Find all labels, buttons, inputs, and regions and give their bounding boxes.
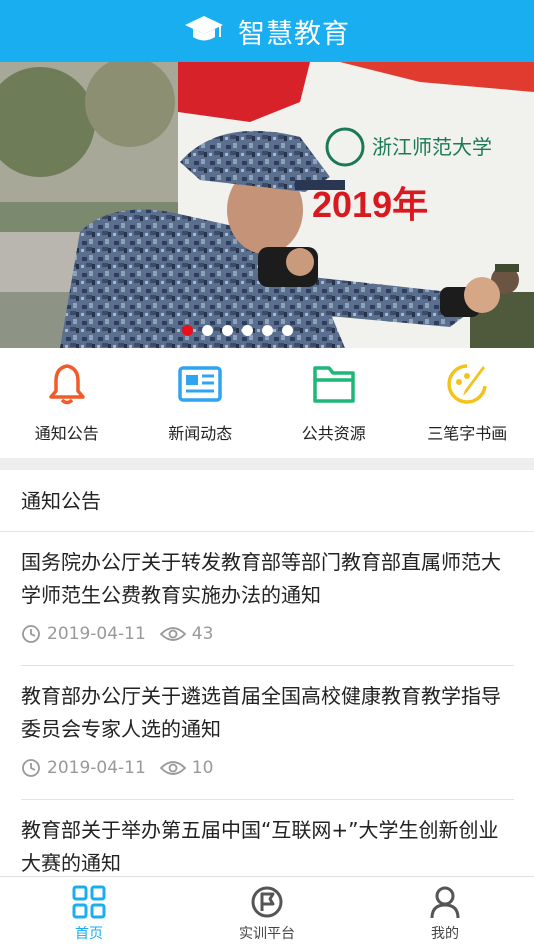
carousel-dot-4[interactable] bbox=[241, 325, 253, 336]
quick-link-resources[interactable]: 公共资源 bbox=[267, 348, 401, 458]
carousel-dot-6[interactable] bbox=[281, 325, 293, 336]
news-date: 2019-04-11 bbox=[47, 758, 146, 778]
list-item[interactable]: 国务院办公厅关于转发教育部等部门教育部直属师范大学师范生公费教育实施办法的通知 … bbox=[21, 532, 514, 666]
banner-year-text: 2019年 bbox=[312, 184, 428, 225]
carousel-dot-1[interactable] bbox=[181, 325, 193, 336]
quick-link-label: 公共资源 bbox=[301, 424, 366, 443]
list-item[interactable]: 教育部办公厅关于遴选首届全国高校健康教育教学指导委员会专家人选的通知 2019-… bbox=[21, 666, 514, 800]
news-views: 10 bbox=[191, 758, 214, 778]
eye-icon bbox=[159, 627, 186, 641]
home-grid-icon bbox=[72, 885, 106, 919]
clock-icon bbox=[22, 759, 40, 777]
eye-icon bbox=[159, 761, 186, 775]
tab-label: 首页 bbox=[75, 926, 103, 942]
news-meta: 2019-04-11 10 bbox=[21, 758, 514, 778]
quick-link-label: 新闻动态 bbox=[168, 424, 233, 443]
tab-home[interactable]: 首页 bbox=[0, 877, 178, 950]
banner-text: 浙江师范大学 bbox=[372, 136, 492, 159]
section-title: 通知公告 bbox=[0, 470, 534, 532]
news-title: 教育部关于举办第五届中国“互联网+”大学生创新创业大赛的通知 bbox=[21, 818, 499, 875]
news-views: 43 bbox=[191, 624, 214, 644]
tab-training-platform[interactable]: 实训平台 bbox=[178, 877, 356, 950]
banner-image: 浙江师范大学 2019年 bbox=[0, 62, 534, 348]
tab-label: 我的 bbox=[431, 926, 459, 942]
bell-icon bbox=[45, 362, 89, 406]
quick-link-news[interactable]: 新闻动态 bbox=[134, 348, 268, 458]
carousel-dot-3[interactable] bbox=[221, 325, 233, 336]
carousel-indicators bbox=[0, 325, 534, 336]
bottom-tab-bar: 首页 实训平台 我的 bbox=[0, 876, 534, 950]
news-title: 教育部办公厅关于遴选首届全国高校健康教育教学指导委员会专家人选的通知 bbox=[21, 684, 501, 741]
brush-icon bbox=[445, 362, 489, 406]
quick-link-calligraphy[interactable]: 三笔字书画 bbox=[401, 348, 534, 458]
carousel-dot-2[interactable] bbox=[201, 325, 213, 336]
tab-label: 实训平台 bbox=[239, 926, 295, 942]
section-divider bbox=[0, 458, 534, 470]
news-date: 2019-04-11 bbox=[47, 624, 146, 644]
user-icon bbox=[430, 886, 460, 919]
graduation-cap-icon bbox=[184, 14, 224, 48]
quick-links: 通知公告 新闻动态 公共资源 三笔字书画 bbox=[0, 348, 534, 458]
flag-circle-icon bbox=[251, 886, 283, 918]
banner-carousel[interactable]: 浙江师范大学 2019年 bbox=[0, 62, 534, 348]
quick-link-label: 三笔字书画 bbox=[427, 424, 508, 443]
folder-icon bbox=[312, 362, 356, 406]
news-icon bbox=[178, 362, 222, 406]
clock-icon bbox=[22, 625, 40, 643]
app-header: 智慧教育 bbox=[0, 0, 534, 62]
quick-link-notice[interactable]: 通知公告 bbox=[0, 348, 134, 458]
news-meta: 2019-04-11 43 bbox=[21, 624, 514, 644]
tab-mine[interactable]: 我的 bbox=[356, 877, 534, 950]
app-title: 智慧教育 bbox=[238, 18, 350, 50]
carousel-dot-5[interactable] bbox=[261, 325, 273, 336]
quick-link-label: 通知公告 bbox=[34, 424, 99, 443]
news-list: 国务院办公厅关于转发教育部等部门教育部直属师范大学师范生公费教育实施办法的通知 … bbox=[0, 532, 534, 934]
news-title: 国务院办公厅关于转发教育部等部门教育部直属师范大学师范生公费教育实施办法的通知 bbox=[21, 550, 501, 607]
